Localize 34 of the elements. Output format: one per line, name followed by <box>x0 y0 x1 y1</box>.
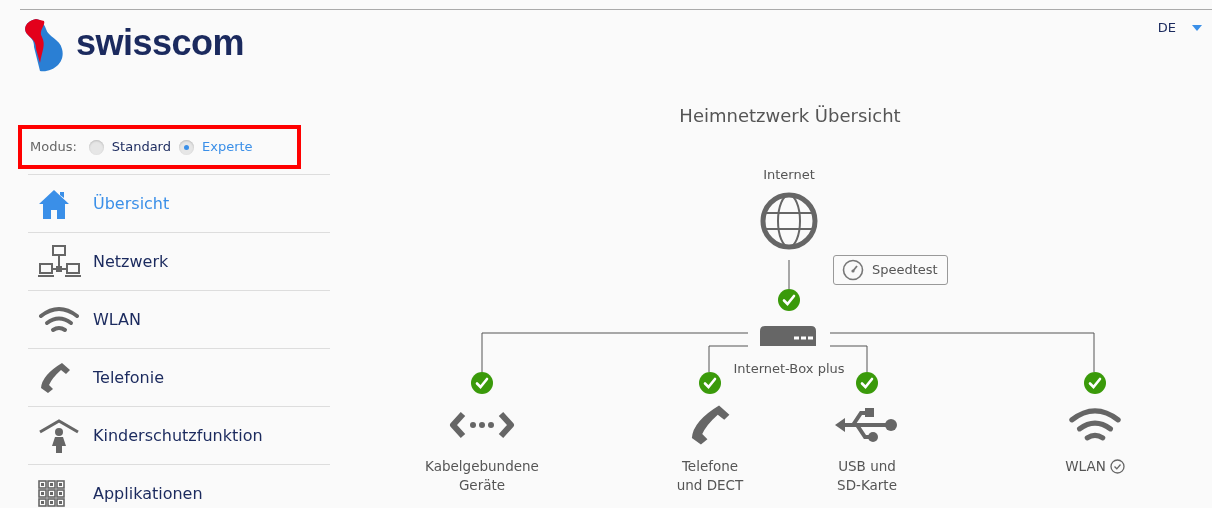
network-icon <box>38 244 82 279</box>
sidebar-item[interactable]: WLAN <box>28 290 330 348</box>
usb-icon <box>835 407 899 443</box>
wifi-icon <box>1068 407 1122 443</box>
radio-button[interactable] <box>179 139 194 155</box>
radio-button[interactable] <box>88 139 104 155</box>
mode-label: Modus: <box>30 138 77 157</box>
wifi-icon <box>38 305 80 334</box>
sidebar-item[interactable]: Applikationen <box>28 464 330 508</box>
section-title: Heimnetzwerk Übersicht <box>678 104 902 128</box>
device-label: Telefone und DECT <box>676 457 744 495</box>
home-icon <box>38 187 70 220</box>
sidebar-item[interactable]: Kinderschutzfunktion <box>28 406 330 464</box>
speedtest-button[interactable]: Speedtest <box>833 255 948 285</box>
device-label: WLAN <box>1065 457 1106 476</box>
gauge-icon <box>842 259 864 281</box>
radio-label[interactable]: Standard <box>111 137 171 157</box>
language-dropdown[interactable]: DE <box>1157 18 1176 38</box>
logo-text: swisscom <box>76 25 245 61</box>
node-label: Internet-Box plus <box>732 360 846 378</box>
wired-icon <box>449 410 515 440</box>
node-label: Internet <box>762 166 816 184</box>
router-icon <box>760 326 816 346</box>
check-circle-icon[interactable] <box>1109 459 1125 474</box>
caret-icon[interactable] <box>1192 24 1202 31</box>
apps-icon <box>38 479 66 508</box>
globe-icon <box>759 191 819 251</box>
child-protection-icon <box>38 417 80 454</box>
phone-icon <box>38 360 72 395</box>
device-label: Kabelgebundene Geräte <box>425 457 539 495</box>
sidebar-item[interactable]: Telefonie <box>28 348 330 406</box>
sidebar-item[interactable]: Netzwerk <box>28 232 330 290</box>
device-label: USB und SD-Karte <box>837 457 897 495</box>
connector-line <box>788 259 790 290</box>
